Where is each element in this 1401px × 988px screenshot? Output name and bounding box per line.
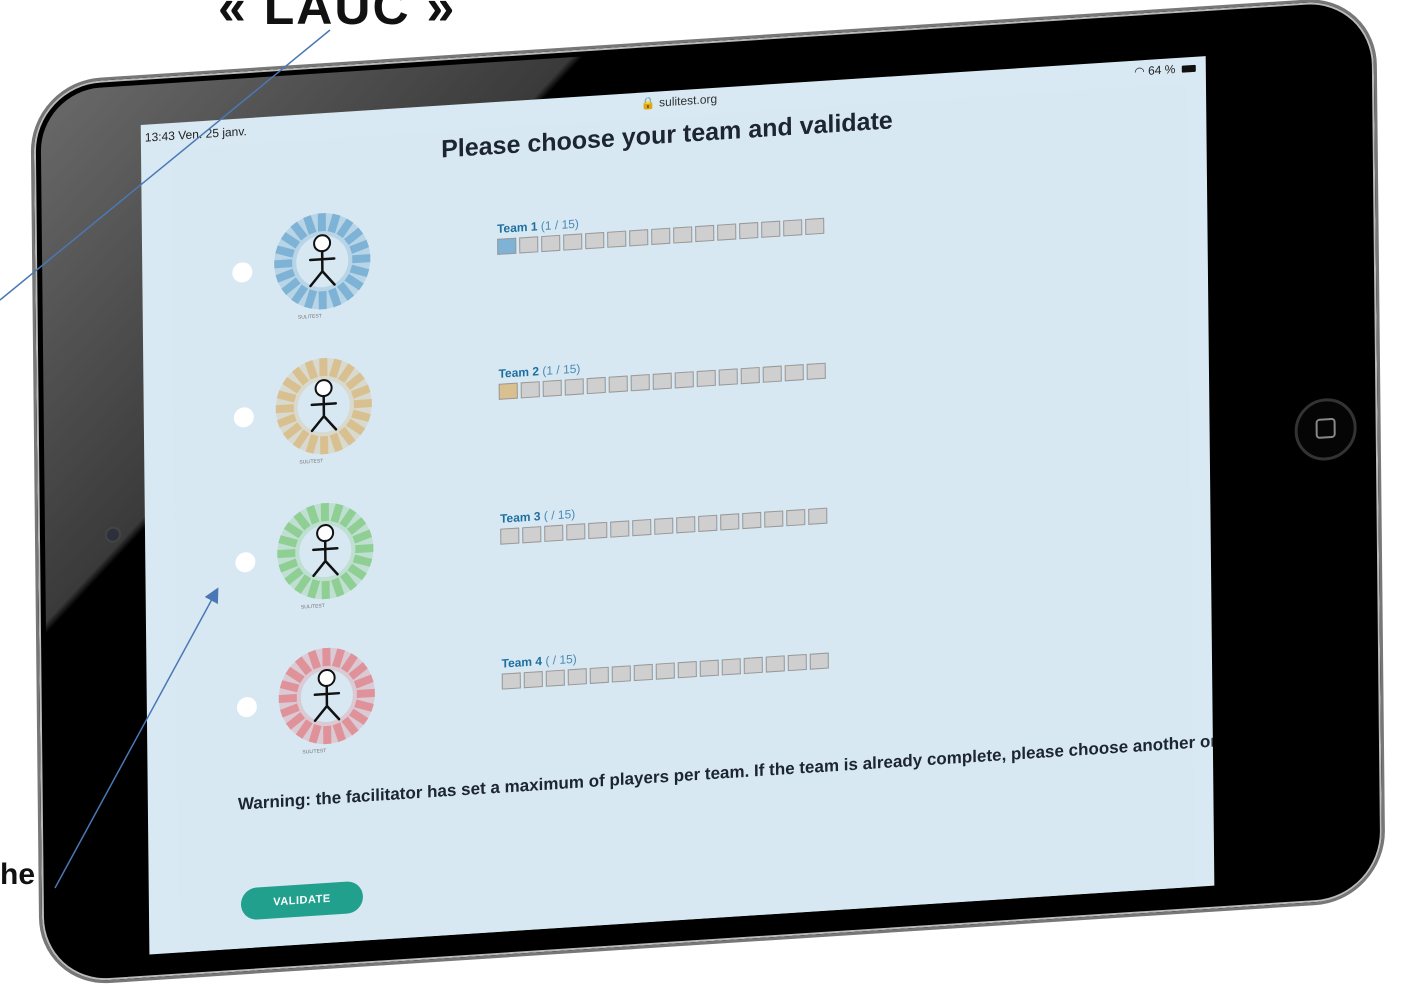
arrow-bottom xyxy=(54,587,219,889)
annotation-arrows xyxy=(0,29,331,889)
arrow-top xyxy=(0,29,331,301)
